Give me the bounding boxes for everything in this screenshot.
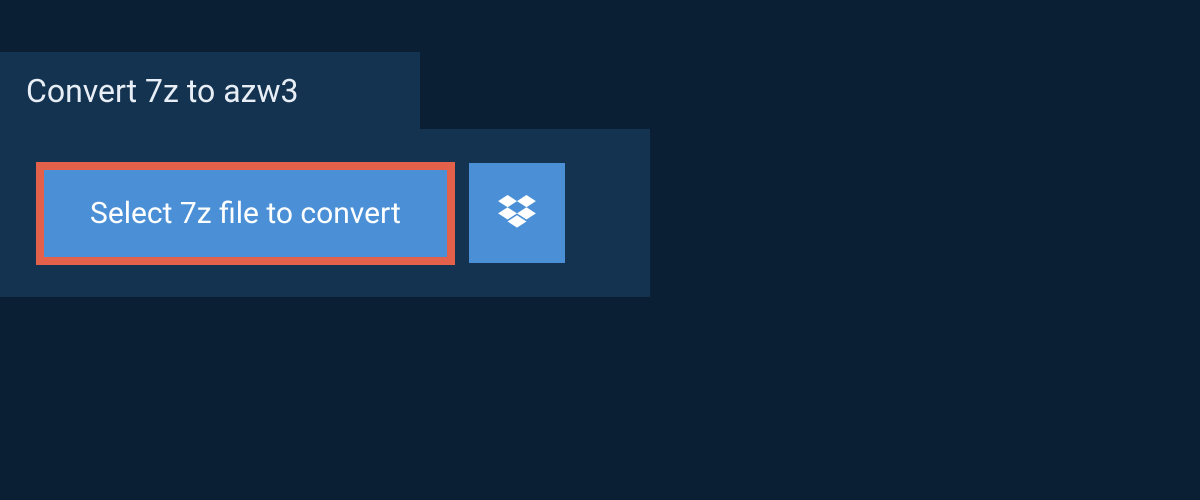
dropbox-icon — [498, 195, 536, 232]
header-tab: Convert 7z to azw3 — [0, 52, 420, 130]
dropbox-button[interactable] — [469, 163, 565, 263]
select-file-label: Select 7z file to convert — [90, 196, 401, 231]
select-file-button[interactable]: Select 7z file to convert — [36, 162, 455, 265]
upload-panel: Select 7z file to convert — [0, 129, 650, 297]
page-title: Convert 7z to azw3 — [26, 72, 299, 110]
